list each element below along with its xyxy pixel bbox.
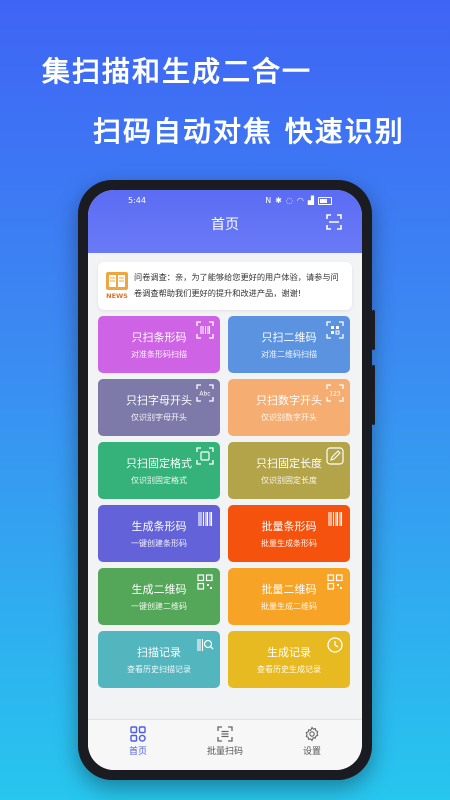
card-scan-fixed-format[interactable]: 只扫固定格式 仅识别固定格式 — [98, 442, 220, 499]
batch-scan-icon — [217, 726, 233, 742]
card-scan-letter-prefix[interactable]: 只扫字母开头 仅识别字母开头 Abc — [98, 379, 220, 436]
card-subtitle: 查看历史扫描记录 — [127, 665, 191, 674]
app-header: 5:44 N ✱ ◌ ◠ ▟ 首页 — [88, 190, 362, 253]
home-grid-icon — [130, 726, 146, 742]
mute-icon: ◌ — [285, 196, 293, 205]
signal-icon: ▟ — [307, 196, 314, 205]
card-batch-qr[interactable]: 批量二维码 批量生成二维码 — [228, 568, 350, 625]
headline-primary: 集扫描和生成二合一 — [42, 55, 313, 88]
svg-text:123: 123 — [329, 391, 341, 398]
abc-icon: Abc — [196, 384, 214, 402]
qr-scan-icon — [326, 321, 344, 339]
digits-icon: 123 — [326, 384, 344, 402]
status-time: 5:44 — [128, 196, 146, 205]
barcode-icon — [198, 512, 213, 526]
promo-poster: 集扫描和生成二合一 扫码自动对焦 快速识别 5:44 N ✱ ◌ ◠ ▟ 首页 — [0, 0, 450, 800]
card-subtitle: 仅识别固定格式 — [131, 476, 187, 485]
barcode-icon — [328, 512, 343, 526]
card-subtitle: 对准条形码扫描 — [131, 350, 187, 359]
card-subtitle: 对准二维码扫描 — [261, 350, 317, 359]
card-scan-barcode[interactable]: 只扫条形码 对准条形码扫描 — [98, 316, 220, 373]
phone-screen: 5:44 N ✱ ◌ ◠ ▟ 首页 NEWS 问卷调查：亲，为了能够给您更好的用… — [88, 190, 362, 770]
qr-code-icon — [197, 574, 213, 590]
tab-label: 设置 — [302, 747, 321, 757]
tab-label: 首页 — [128, 747, 147, 757]
bottom-tab-bar: 首页 批量扫码 设置 — [88, 719, 362, 770]
card-generate-barcode[interactable]: 生成条形码 一键创建条形码 — [98, 505, 220, 562]
news-icon-label: NEWS — [106, 292, 128, 300]
gear-icon — [305, 726, 319, 742]
card-scan-digit-prefix[interactable]: 只扫数字开头 仅识别数字开头 123 — [228, 379, 350, 436]
bluetooth-icon: ✱ — [275, 196, 282, 205]
card-subtitle: 批量生成二维码 — [261, 602, 317, 611]
pencil-icon — [326, 447, 344, 465]
card-generate-history[interactable]: 生成记录 查看历史生成记录 — [228, 631, 350, 688]
card-subtitle: 一键创建二维码 — [131, 602, 187, 611]
card-generate-qr[interactable]: 生成二维码 一键创建二维码 — [98, 568, 220, 625]
survey-notice-text: 问卷调查：亲，为了能够给您更好的用户体验，请参与问卷调查帮助我们更好的提升和改进… — [134, 272, 339, 298]
page-title: 首页 — [211, 217, 239, 233]
scan-button[interactable] — [326, 214, 342, 230]
scan-frame-icon — [326, 214, 342, 230]
status-bar: 5:44 N ✱ ◌ ◠ ▟ — [88, 196, 362, 210]
headline-secondary: 扫码自动对焦 快速识别 — [93, 115, 405, 148]
clock-icon — [327, 637, 343, 653]
format-scan-icon — [196, 447, 214, 465]
news-icon: NEWS — [104, 270, 130, 302]
card-scan-history[interactable]: 扫描记录 查看历史扫描记录 — [98, 631, 220, 688]
phone-mockup: 5:44 N ✱ ◌ ◠ ▟ 首页 NEWS 问卷调查：亲，为了能够给您更好的用… — [78, 180, 375, 780]
battery-icon — [318, 196, 332, 205]
card-scan-fixed-length[interactable]: 只扫固定长度 仅识别固定长度 — [228, 442, 350, 499]
barcode-scan-icon — [196, 321, 214, 339]
card-subtitle: 仅识别固定长度 — [261, 476, 317, 485]
card-subtitle: 查看历史生成记录 — [257, 665, 321, 674]
tab-batch-scan[interactable]: 批量扫码 — [185, 726, 265, 757]
card-subtitle: 仅识别数字开头 — [261, 413, 317, 422]
card-subtitle: 仅识别字母开头 — [131, 413, 187, 422]
tab-label: 批量扫码 — [206, 747, 243, 757]
wifi-icon: ◠ — [296, 196, 304, 205]
survey-notice[interactable]: NEWS 问卷调查：亲，为了能够给您更好的用户体验，请参与问卷调查帮助我们更好的… — [98, 262, 352, 310]
card-subtitle: 一键创建条形码 — [131, 539, 187, 548]
svg-text:Abc: Abc — [199, 391, 210, 398]
phone-volume-button — [372, 365, 375, 425]
card-scan-qr[interactable]: 只扫二维码 对准二维码扫描 — [228, 316, 350, 373]
card-batch-barcode[interactable]: 批量条形码 批量生成条形码 — [228, 505, 350, 562]
status-icons: N ✱ ◌ ◠ ▟ — [265, 196, 332, 205]
scan-history-icon — [197, 639, 214, 651]
qr-code-icon — [327, 574, 343, 590]
card-subtitle: 批量生成条形码 — [261, 539, 317, 548]
nfc-icon: N — [265, 196, 272, 205]
tab-settings[interactable]: 设置 — [272, 726, 352, 757]
tab-home[interactable]: 首页 — [98, 726, 178, 757]
phone-side-button — [372, 310, 375, 350]
